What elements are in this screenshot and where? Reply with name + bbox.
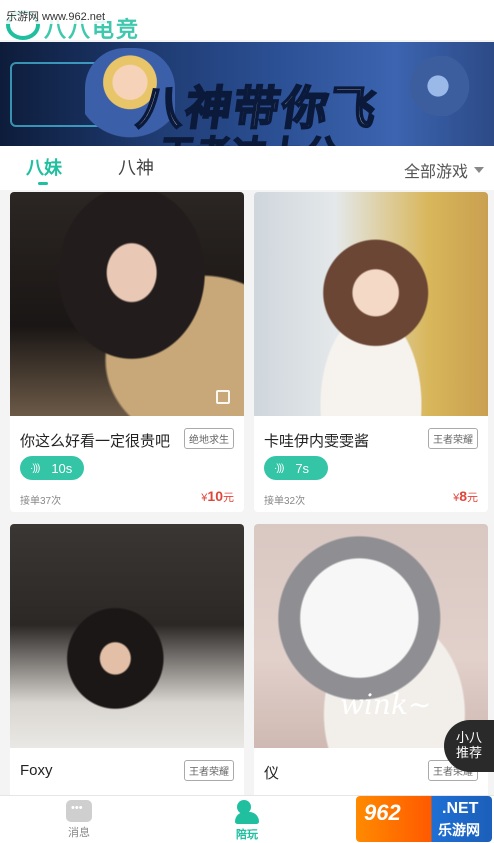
recommend-line1: 小八	[455, 730, 482, 745]
companion-name: 卡哇伊内雯雯酱	[264, 433, 370, 450]
tab-bamei[interactable]: 八妹	[26, 154, 62, 180]
card-info: 卡哇伊内雯雯酱 王者荣耀 ·))) 7s 接单32次 ¥8元	[254, 416, 488, 512]
game-filter-label: 全部游戏	[403, 164, 468, 181]
recommend-float-button[interactable]: 小八 推荐	[444, 720, 494, 772]
companion-name: 仪	[264, 765, 280, 782]
game-tag: 绝地求生	[184, 428, 234, 449]
companion-name: Foxy	[20, 762, 53, 779]
game-tag: 王者荣耀	[184, 760, 234, 781]
watermark-chinese: 乐游网	[438, 822, 480, 838]
companion-card[interactable]: 你这么好看一定很贵吧 绝地求生 ·))) 10s 接单37次 ¥10元	[10, 192, 244, 512]
caret-down-icon	[474, 167, 484, 173]
tab-bashen[interactable]: 八神	[118, 154, 154, 180]
card-info: 你这么好看一定很贵吧 绝地求生 ·))) 10s 接单37次 ¥10元	[10, 416, 244, 512]
photo-caption: wink~	[340, 688, 432, 721]
watermark-suffix: .NET	[442, 800, 479, 817]
companion-photo	[254, 192, 488, 416]
site-watermark-bottom: 962 .NET 乐游网	[356, 796, 492, 842]
voice-wave-icon: ·)))	[274, 462, 284, 474]
companion-grid: 你这么好看一定很贵吧 绝地求生 ·))) 10s 接单37次 ¥10元 卡哇伊内…	[0, 190, 494, 795]
order-count: 接单32次	[264, 496, 306, 507]
companion-photo	[10, 524, 244, 748]
category-tabs: 八妹 八神 全部游戏	[0, 146, 494, 190]
companion-name: 你这么好看一定很贵吧	[20, 433, 171, 450]
card-info: Foxy 王者荣耀	[10, 748, 244, 795]
nav-label: 消息	[68, 827, 90, 839]
nav-companion[interactable]: 陪玩	[202, 800, 292, 842]
order-count: 接单37次	[20, 496, 62, 507]
voice-duration: 10s	[51, 460, 73, 476]
app-header: 八八电竞 乐游网 www.962.net	[0, 0, 494, 42]
watermark-number: 962	[364, 800, 401, 825]
companion-photo: wink~	[254, 524, 488, 748]
price-amount: 10	[207, 488, 223, 504]
price: ¥8元	[453, 488, 478, 505]
voice-wave-icon: ·)))	[30, 462, 40, 474]
game-filter-dropdown[interactable]: 全部游戏	[404, 158, 484, 182]
tab-active-indicator	[38, 182, 48, 185]
promo-banner[interactable]: 八神带你飞 王者冲上分	[0, 42, 494, 146]
price-unit: 元	[467, 492, 478, 504]
site-watermark-top: 乐游网 www.962.net	[4, 8, 108, 24]
companion-card[interactable]: 卡哇伊内雯雯酱 王者荣耀 ·))) 7s 接单32次 ¥8元	[254, 192, 488, 512]
message-icon	[66, 800, 92, 822]
price-amount: 8	[459, 488, 467, 504]
banner-subline: 王者冲上分	[156, 126, 344, 146]
nav-messages[interactable]: 消息	[34, 800, 124, 840]
price: ¥10元	[201, 488, 234, 505]
price-unit: 元	[223, 492, 234, 504]
banner-weapon-graphic	[410, 56, 480, 116]
companion-card[interactable]: Foxy 王者荣耀	[10, 524, 244, 795]
voice-duration: 7s	[295, 460, 310, 476]
voice-intro-button[interactable]: ·))) 10s	[20, 456, 84, 480]
nav-label: 陪玩	[236, 829, 258, 841]
expand-icon[interactable]	[216, 390, 230, 404]
companion-icon	[233, 800, 261, 824]
game-tag: 王者荣耀	[428, 428, 478, 449]
voice-intro-button[interactable]: ·))) 7s	[264, 456, 328, 480]
recommend-line2: 推荐	[455, 745, 482, 760]
companion-photo	[10, 192, 244, 416]
